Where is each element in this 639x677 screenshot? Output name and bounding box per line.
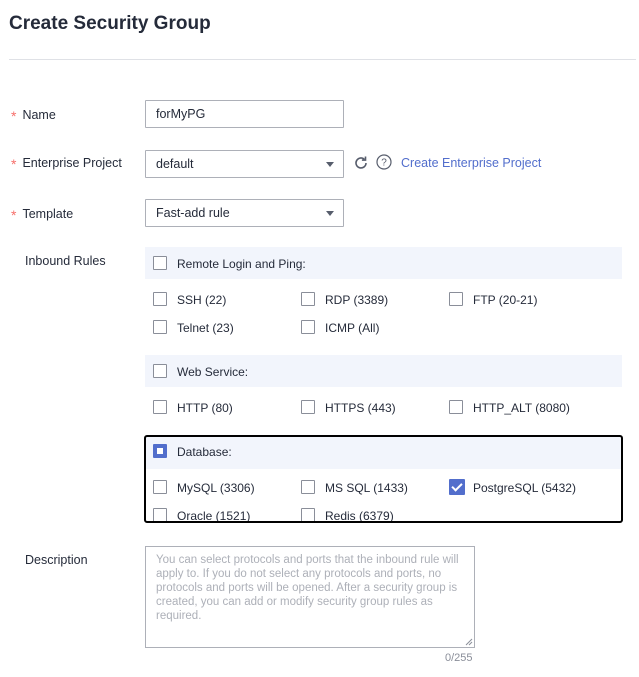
required-marker: *	[11, 108, 17, 124]
ftp-label: FTP (20-21)	[473, 293, 538, 307]
database-header-label: Database:	[177, 445, 232, 459]
chevron-down-icon	[326, 211, 334, 216]
header-divider	[9, 59, 636, 60]
template-label-text: Template	[22, 207, 74, 221]
http-checkbox[interactable]	[153, 400, 167, 414]
help-icon[interactable]: ?	[376, 154, 392, 170]
database-checkbox[interactable]	[153, 444, 167, 458]
icmp-checkbox[interactable]	[301, 320, 315, 334]
rdp-label: RDP (3389)	[325, 293, 389, 307]
refresh-icon[interactable]	[353, 155, 369, 171]
http-label: HTTP (80)	[177, 401, 233, 415]
description-placeholder: You can select protocols and ports that …	[156, 554, 459, 622]
oracle-checkbox[interactable]	[153, 508, 167, 522]
name-label-text: Name	[22, 108, 56, 122]
ssh-label: SSH (22)	[177, 293, 227, 307]
enterprise-project-select[interactable]: default	[145, 150, 344, 178]
web-service-checkbox[interactable]	[153, 364, 167, 378]
web-service-header-label: Web Service:	[177, 365, 249, 379]
enterprise-project-value: default	[156, 157, 194, 171]
description-label: Description	[25, 553, 88, 567]
remote-login-checkbox[interactable]	[153, 256, 167, 270]
description-textarea[interactable]: You can select protocols and ports that …	[145, 546, 475, 648]
description-char-counter: 0/255	[445, 652, 473, 664]
template-select[interactable]: Fast-add rule	[145, 199, 344, 227]
remote-login-header-label: Remote Login and Ping:	[177, 257, 306, 271]
redis-label: Redis (6379)	[325, 509, 394, 523]
icmp-label: ICMP (All)	[325, 321, 380, 335]
telnet-label: Telnet (23)	[177, 321, 234, 335]
required-marker: *	[11, 156, 17, 172]
enterprise-project-label-text: Enterprise Project	[22, 156, 122, 170]
resize-handle-icon[interactable]	[465, 638, 473, 646]
rdp-checkbox[interactable]	[301, 292, 315, 306]
template-value: Fast-add rule	[156, 206, 230, 220]
enterprise-project-label: * Enterprise Project	[11, 154, 122, 172]
http-alt-checkbox[interactable]	[449, 400, 463, 414]
https-checkbox[interactable]	[301, 400, 315, 414]
telnet-checkbox[interactable]	[153, 320, 167, 334]
http-alt-label: HTTP_ALT (8080)	[473, 401, 570, 415]
mysql-label: MySQL (3306)	[177, 481, 255, 495]
https-label: HTTPS (443)	[325, 401, 396, 415]
ssh-checkbox[interactable]	[153, 292, 167, 306]
name-label: * Name	[11, 106, 56, 124]
inbound-rules-label: Inbound Rules	[25, 254, 106, 268]
ftp-checkbox[interactable]	[449, 292, 463, 306]
postgresql-checkbox[interactable]	[449, 479, 465, 495]
name-input[interactable]: forMyPG	[145, 100, 344, 128]
mssql-checkbox[interactable]	[301, 480, 315, 494]
template-label: * Template	[11, 205, 74, 223]
oracle-label: Oracle (1521)	[177, 509, 251, 523]
chevron-down-icon	[326, 162, 334, 167]
required-marker: *	[11, 207, 17, 223]
mysql-checkbox[interactable]	[153, 480, 167, 494]
page-title: Create Security Group	[9, 13, 211, 34]
svg-text:?: ?	[381, 158, 387, 169]
redis-checkbox[interactable]	[301, 508, 315, 522]
postgresql-label: PostgreSQL (5432)	[473, 481, 576, 495]
mssql-label: MS SQL (1433)	[325, 481, 408, 495]
create-enterprise-project-link[interactable]: Create Enterprise Project	[401, 156, 541, 170]
